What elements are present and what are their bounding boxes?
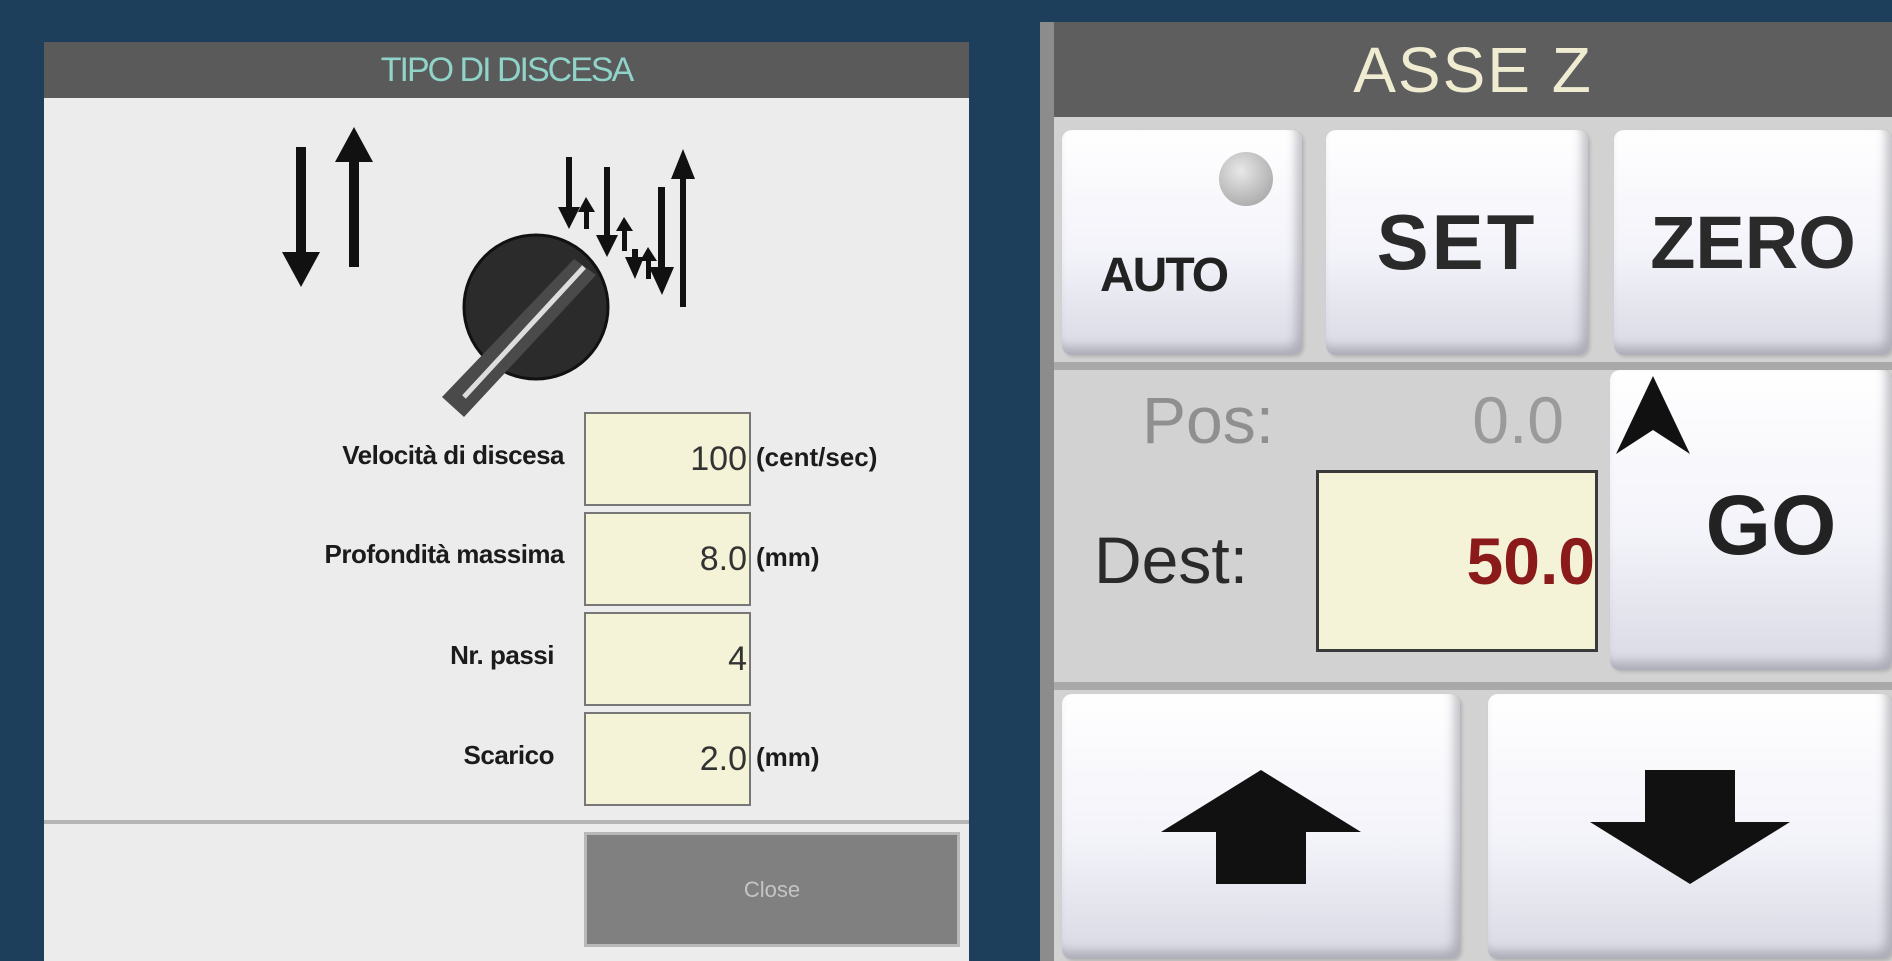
single-descent-icon[interactable] [274, 117, 394, 297]
dialog-title: TIPO DI DISCESA [44, 42, 969, 98]
selector-knob-icon[interactable] [424, 197, 614, 417]
auto-button[interactable]: AUTO [1062, 130, 1302, 355]
jog-up-button[interactable] [1062, 694, 1460, 959]
panel-title: ASSE Z [1054, 22, 1892, 117]
caret-up-icon [1616, 376, 1690, 454]
set-button[interactable]: SET [1326, 130, 1588, 355]
position-label: Pos: [1142, 383, 1275, 457]
auto-indicator-icon [1219, 152, 1273, 206]
zero-button[interactable]: ZERO [1614, 130, 1892, 355]
unload-label: Scarico [463, 740, 555, 770]
descent-speed-label: Velocità di discesa [342, 440, 564, 470]
arrow-up-icon [1161, 769, 1361, 884]
steps-count-input[interactable]: 4 [584, 612, 751, 706]
auto-label: AUTO [1100, 249, 1229, 302]
descent-type-dialog: TIPO DI DISCESA Velocità di discesa 100 … [44, 42, 969, 961]
unload-input[interactable]: 2.0 [584, 712, 751, 806]
go-button[interactable]: GO [1610, 370, 1892, 670]
jog-down-button[interactable] [1488, 694, 1892, 959]
descent-speed-unit: (cent/sec) [756, 442, 878, 472]
max-depth-input[interactable]: 8.0 [584, 512, 751, 606]
go-label: GO [1705, 477, 1837, 572]
steps-count-label: Nr. passi [450, 640, 554, 670]
max-depth-unit: (mm) [756, 542, 820, 572]
position-value: 0.0 [1472, 383, 1564, 457]
max-depth-label: Profondità massima [324, 539, 564, 569]
z-axis-panel: ASSE Z AUTO SET ZERO Pos: 0.0 Dest: 50.0… [1040, 22, 1892, 961]
destination-input[interactable]: 50.0 [1316, 470, 1598, 652]
row-divider-top [1054, 362, 1892, 370]
dialog-divider [44, 820, 969, 824]
close-button[interactable]: Close [584, 832, 960, 947]
unload-unit: (mm) [756, 742, 820, 772]
descent-speed-input[interactable]: 100 [584, 412, 751, 506]
arrow-down-icon [1590, 769, 1790, 884]
destination-label: Dest: [1094, 523, 1249, 597]
row-divider-bottom [1054, 682, 1892, 690]
